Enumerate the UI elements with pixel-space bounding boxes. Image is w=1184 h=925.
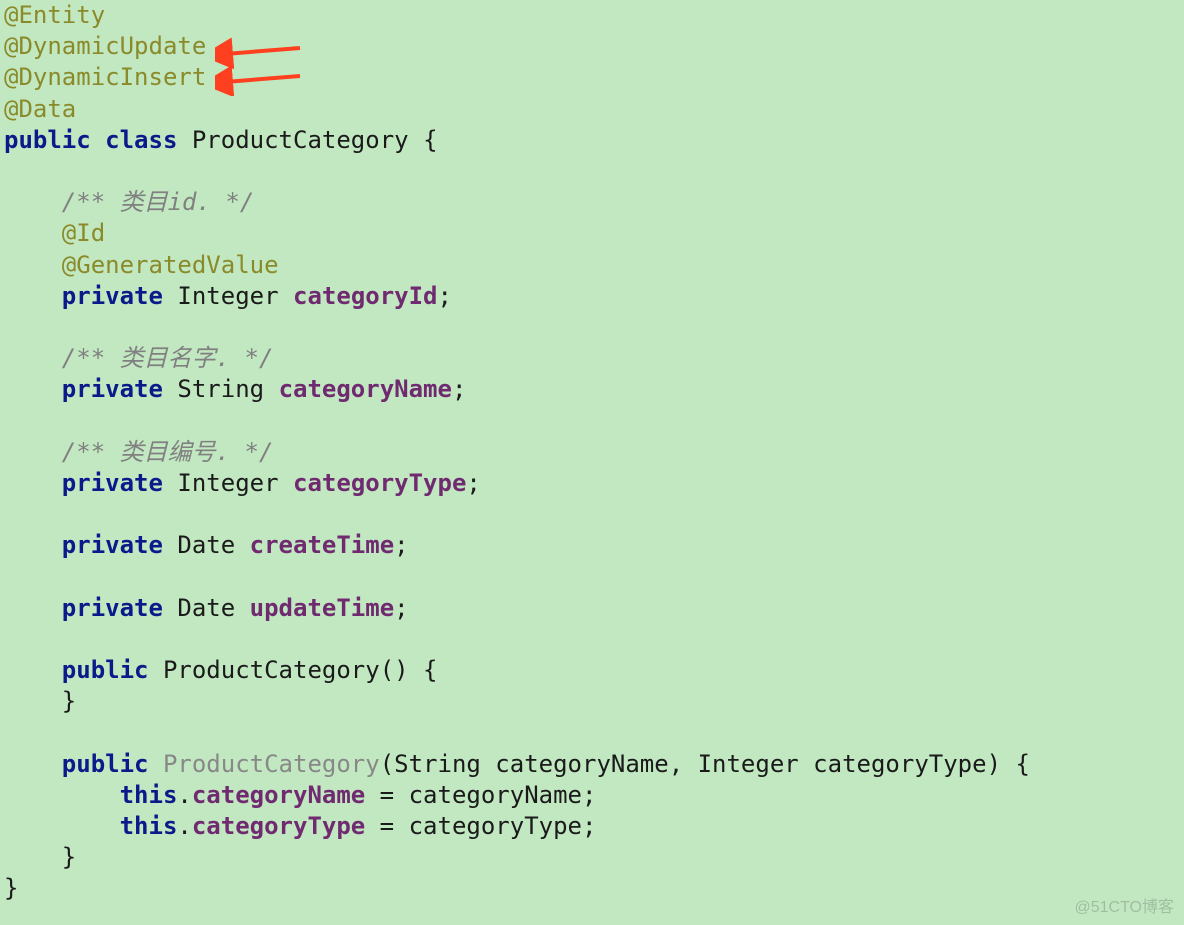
assign-category-name-lhs: categoryName <box>192 781 365 809</box>
close-brace: } <box>62 687 76 715</box>
keyword-this: this <box>120 812 178 840</box>
assign-category-type-rhs: categoryType <box>409 812 582 840</box>
constructor-name: ProductCategory <box>163 750 380 778</box>
equals: = <box>365 781 408 809</box>
keyword-private: private <box>62 469 163 497</box>
type-string: String <box>177 375 264 403</box>
constructor-noarg: ProductCategory() <box>163 656 409 684</box>
type-date: Date <box>177 594 235 622</box>
open-brace: { <box>1015 750 1029 778</box>
class-name: ProductCategory <box>192 126 409 154</box>
field-category-id: categoryId <box>293 282 438 310</box>
open-brace: { <box>423 126 437 154</box>
annotation-dynamic-insert: @DynamicInsert <box>4 63 206 91</box>
comment-name: /** 类目名字. */ <box>62 344 274 372</box>
close-brace: } <box>62 843 76 871</box>
code-block: @Entity @DynamicUpdate @DynamicInsert @D… <box>0 0 1184 904</box>
open-brace: { <box>423 656 437 684</box>
semicolon: ; <box>466 469 480 497</box>
semicolon: ; <box>394 594 408 622</box>
annotation-data: @Data <box>4 95 76 123</box>
constructor-params: (String categoryName, Integer categoryTy… <box>380 750 1001 778</box>
annotation-dynamic-update: @DynamicUpdate <box>4 32 206 60</box>
semicolon: ; <box>452 375 466 403</box>
dot: . <box>177 812 191 840</box>
keyword-private: private <box>62 594 163 622</box>
field-category-type: categoryType <box>293 469 466 497</box>
keyword-class: class <box>105 126 177 154</box>
type-date: Date <box>177 531 235 559</box>
keyword-private: private <box>62 531 163 559</box>
field-update-time: updateTime <box>250 594 395 622</box>
keyword-public: public <box>4 126 91 154</box>
comment-type: /** 类目编号. */ <box>62 438 274 466</box>
semicolon: ; <box>582 781 596 809</box>
equals: = <box>365 812 408 840</box>
dot: . <box>177 781 191 809</box>
field-create-time: createTime <box>250 531 395 559</box>
close-brace: } <box>4 874 18 902</box>
annotation-entity: @Entity <box>4 1 105 29</box>
watermark: @51CTO博客 <box>1074 898 1174 919</box>
semicolon: ; <box>582 812 596 840</box>
annotation-id: @Id <box>62 219 105 247</box>
field-category-name: categoryName <box>279 375 452 403</box>
keyword-this: this <box>120 781 178 809</box>
keyword-public: public <box>62 750 149 778</box>
keyword-public: public <box>62 656 149 684</box>
assign-category-name-rhs: categoryName <box>409 781 582 809</box>
annotation-generated-value: @GeneratedValue <box>62 251 279 279</box>
semicolon: ; <box>438 282 452 310</box>
type-integer: Integer <box>177 282 278 310</box>
semicolon: ; <box>394 531 408 559</box>
assign-category-type-lhs: categoryType <box>192 812 365 840</box>
type-integer: Integer <box>177 469 278 497</box>
keyword-private: private <box>62 282 163 310</box>
keyword-private: private <box>62 375 163 403</box>
comment-id: /** 类目id. */ <box>62 188 255 216</box>
